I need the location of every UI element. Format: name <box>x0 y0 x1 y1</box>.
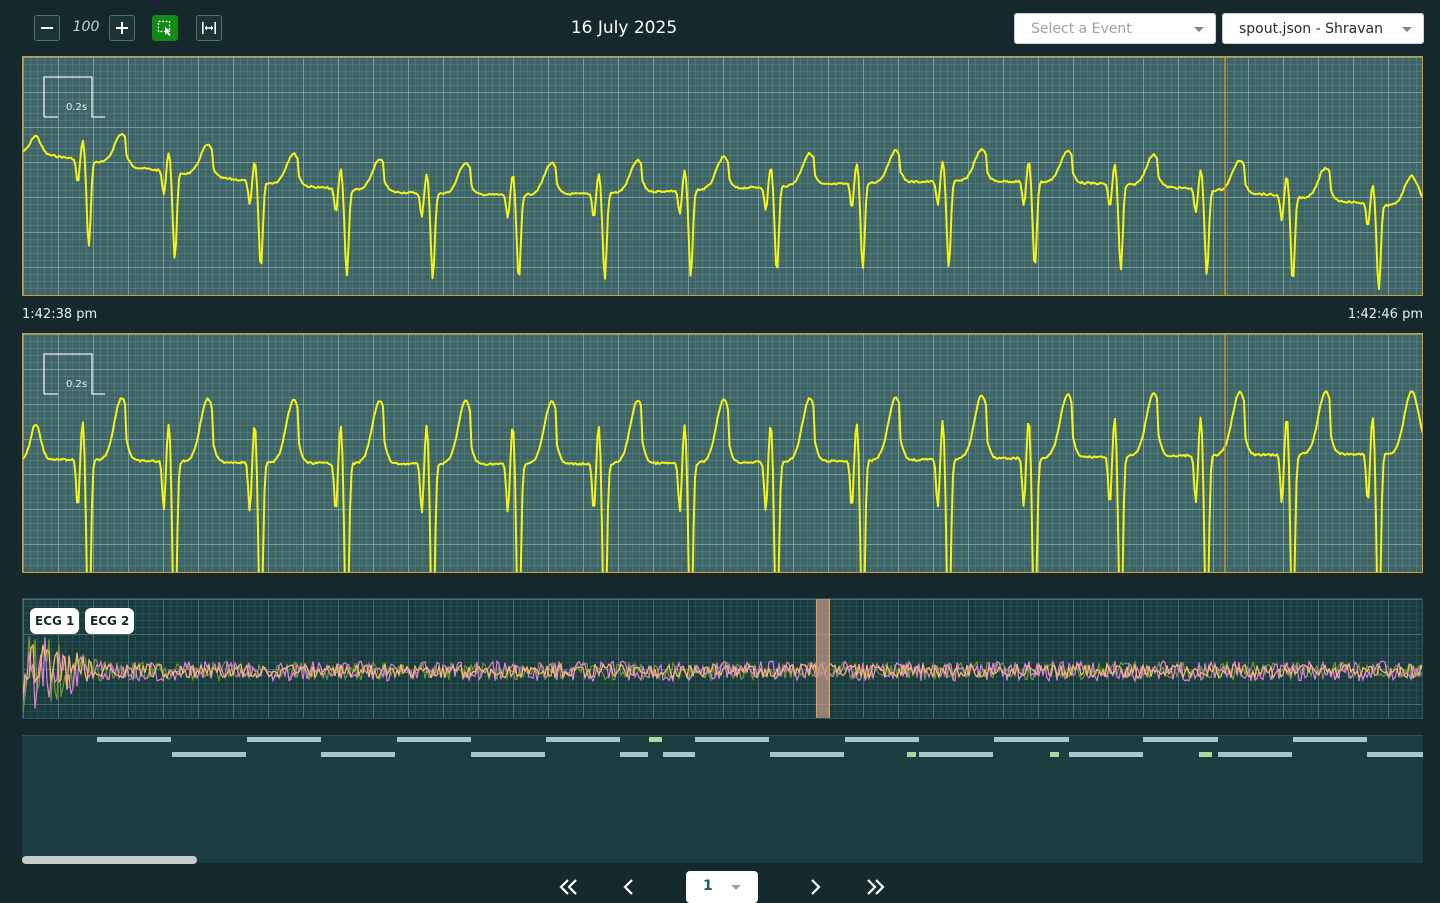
fit-width-button[interactable] <box>196 15 222 41</box>
timeline-event-bar[interactable] <box>695 737 769 742</box>
first-page-button[interactable] <box>554 874 584 900</box>
calibration-label: 0.2s <box>66 379 88 390</box>
timeline-event-bar[interactable] <box>845 737 919 742</box>
zoom-level: 100 <box>72 19 100 35</box>
ecg-trace-1 <box>23 132 1422 291</box>
event-select[interactable]: Select a Event <box>1014 13 1216 44</box>
timeline-event-bar[interactable] <box>247 737 321 742</box>
plus-icon <box>116 22 128 34</box>
selection-tool-button[interactable] <box>152 15 178 41</box>
fit-width-icon <box>202 22 216 34</box>
timeline-event-bar[interactable] <box>1293 737 1367 742</box>
timeline-event-bar[interactable] <box>321 752 395 757</box>
ecg-trace-2-canvas <box>23 334 1422 572</box>
chevron-down-icon <box>1402 27 1412 32</box>
timeline-event-bar[interactable] <box>172 752 246 757</box>
timeline-event-bar[interactable] <box>471 752 545 757</box>
timeline-event-marker[interactable] <box>649 737 662 742</box>
overview-strip[interactable]: ECG 1 ECG 2 <box>22 598 1423 719</box>
zoom-out-button[interactable] <box>34 15 60 41</box>
chevron-down-icon <box>731 885 741 890</box>
timeline-bars <box>97 737 1423 757</box>
horizontal-scrollbar-thumb[interactable] <box>22 856 197 864</box>
timeline-event-bar[interactable] <box>97 737 171 742</box>
minus-icon <box>41 27 53 29</box>
timeline-event-bar[interactable] <box>663 752 695 757</box>
timeline-event-bar[interactable] <box>1069 752 1143 757</box>
timeline-event-bar[interactable] <box>770 752 844 757</box>
timeline-event-marker[interactable] <box>907 752 916 757</box>
chevron-left-icon <box>623 879 633 895</box>
file-select-value: spout.json - Shravan <box>1239 21 1383 37</box>
time-start-label: 1:42:38 pm <box>22 307 98 322</box>
timeline-event-bar[interactable] <box>1143 737 1217 742</box>
double-chevron-right-icon <box>867 879 885 895</box>
event-select-placeholder: Select a Event <box>1031 21 1132 37</box>
timeline-event-bar[interactable] <box>919 752 993 757</box>
timeline-event-bar[interactable] <box>1367 752 1423 757</box>
date-title: 16 July 2025 <box>570 18 678 38</box>
timeline-event-marker[interactable] <box>1061 737 1069 742</box>
time-end-label: 1:42:46 pm <box>1347 307 1423 322</box>
timeline-event-bar[interactable] <box>1218 752 1292 757</box>
timeline-event-bar[interactable] <box>397 737 471 742</box>
timeline-event-marker[interactable] <box>1050 752 1059 757</box>
viewport-marker[interactable] <box>816 599 830 718</box>
timeline-event-bar[interactable] <box>546 737 620 742</box>
ecg-trace-2 <box>23 390 1422 572</box>
last-page-button[interactable] <box>860 874 890 900</box>
next-page-button[interactable] <box>800 874 830 900</box>
chevron-right-icon <box>811 879 821 895</box>
current-page: 1 <box>703 878 713 894</box>
overview-traces <box>23 636 1422 712</box>
timeline-event-marker[interactable] <box>1213 737 1218 742</box>
calibration-label: 0.2s <box>66 102 88 113</box>
ecg-trace-1-canvas <box>23 57 1422 295</box>
previous-page-button[interactable] <box>614 874 644 900</box>
channel-badge-ecg1[interactable]: ECG 1 <box>30 608 80 634</box>
page-select[interactable]: 1 <box>686 871 758 903</box>
chevron-down-icon <box>1194 27 1204 32</box>
double-chevron-left-icon <box>559 879 577 895</box>
timeline-event-marker[interactable] <box>1199 752 1212 757</box>
timeline-event-marker[interactable] <box>916 737 919 742</box>
timeline-event-bar[interactable] <box>994 737 1068 742</box>
overview-blend-trace <box>23 643 1422 695</box>
selection-cursor-icon <box>157 20 171 36</box>
ecg-panel-2[interactable]: 0.2s <box>22 333 1423 573</box>
file-select[interactable]: spout.json - Shravan <box>1222 13 1424 44</box>
zoom-in-button[interactable] <box>109 15 135 41</box>
event-timeline[interactable] <box>22 735 1423 863</box>
channel-badge-ecg2[interactable]: ECG 2 <box>85 608 135 634</box>
ecg-panel-1[interactable]: 0.2s <box>22 56 1423 296</box>
timeline-event-bar[interactable] <box>620 752 648 757</box>
